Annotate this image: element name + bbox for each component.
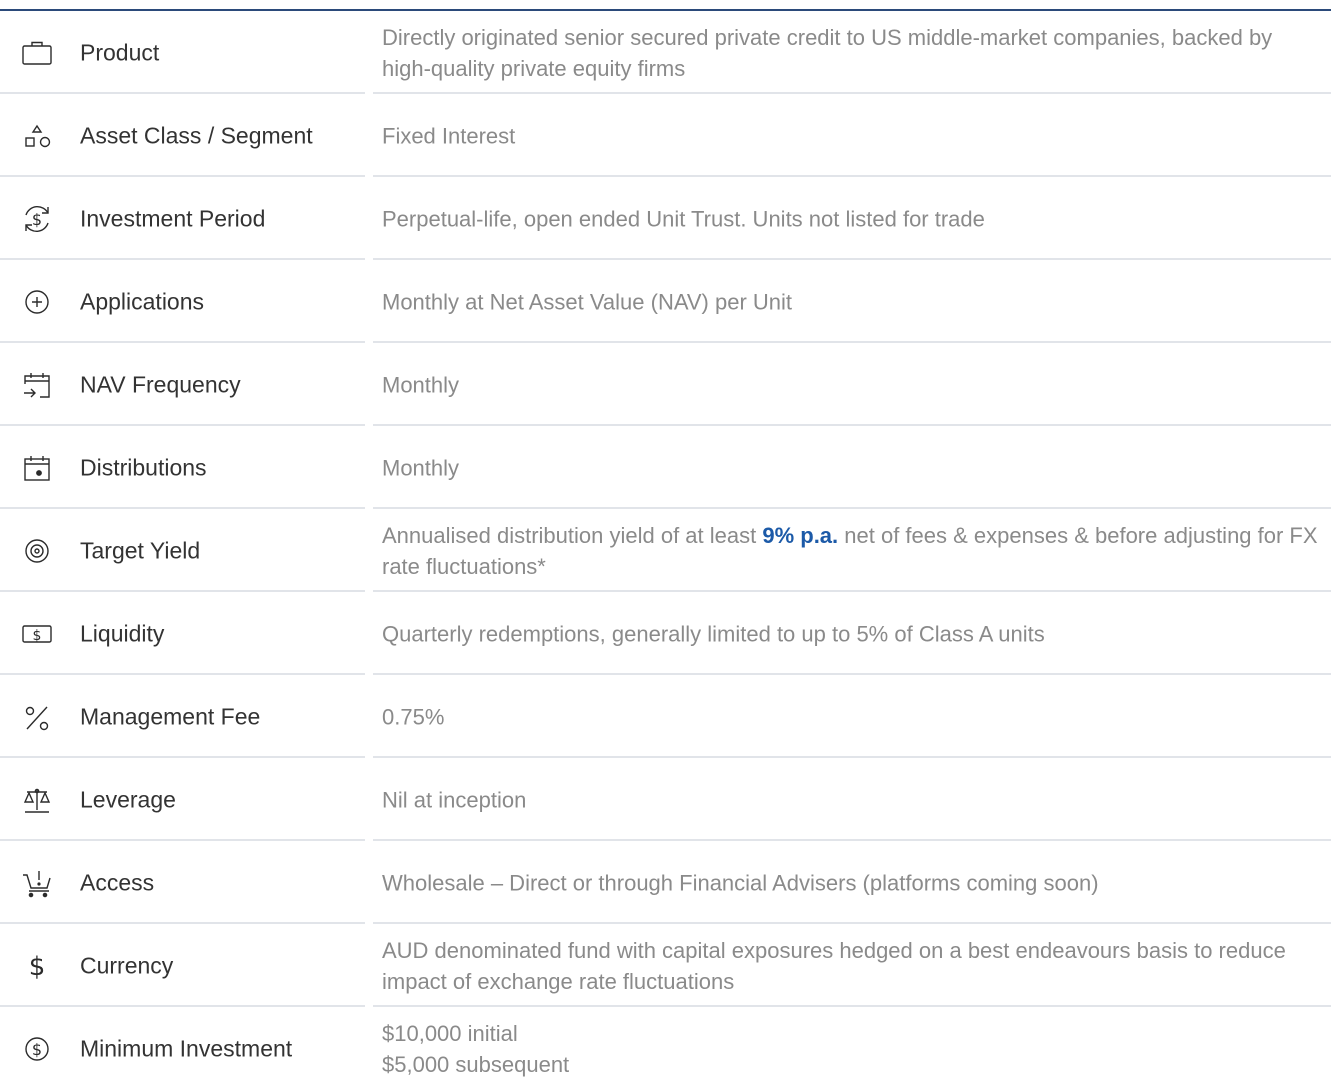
table-row: Product Directly originated senior secur… [0, 11, 1331, 94]
row-value: Monthly at Net Asset Value (NAV) per Uni… [382, 289, 793, 314]
table-row: Distributions Monthly [0, 426, 1331, 509]
table-row: Management Fee 0.75% [0, 675, 1331, 758]
svg-text:$: $ [33, 628, 42, 644]
svg-text:$: $ [32, 210, 42, 229]
svg-text:$: $ [29, 952, 46, 982]
row-label: Applications [80, 288, 205, 314]
row-label: Distributions [80, 454, 207, 480]
row-label: Liquidity [80, 620, 165, 646]
cart-alert-icon [20, 866, 54, 900]
row-value: Wholesale – Direct or through Financial … [382, 870, 1099, 895]
row-value: 0.75% [382, 704, 445, 729]
shapes-icon [20, 119, 54, 153]
row-label: Product [80, 39, 160, 65]
calendar-dot-icon [20, 451, 54, 485]
value-line: $5,000 subsequent [382, 1051, 570, 1077]
svg-text:$: $ [32, 1040, 42, 1059]
table-row: Target Yield Annualised distribution yie… [0, 509, 1331, 592]
row-label: Access [80, 869, 155, 895]
dollar-circle-icon: $ [20, 1032, 54, 1066]
row-label: Investment Period [80, 205, 266, 231]
plus-circle-icon [20, 285, 54, 319]
row-value: Nil at inception [382, 787, 527, 812]
table-row: $ Currency AUD denominated fund with cap… [0, 924, 1331, 1007]
row-value: Fixed Interest [382, 123, 516, 148]
target-yield-highlight: 9% p.a. [762, 522, 839, 548]
scales-icon [20, 783, 54, 817]
row-label: Asset Class / Segment [80, 122, 313, 148]
row-label: Target Yield [80, 537, 201, 563]
briefcase-icon [20, 36, 54, 70]
table-row: $ Minimum Investment $10,000 initial $5,… [0, 1007, 1331, 1090]
row-value: Perpetual-life, open ended Unit Trust. U… [382, 206, 985, 231]
table-row: Leverage Nil at inception [0, 758, 1331, 841]
row-label: Management Fee [80, 703, 261, 729]
table-row: Asset Class / Segment Fixed Interest [0, 94, 1331, 177]
row-value: $10,000 initial $5,000 subsequent [382, 1018, 1327, 1080]
table-row: NAV Frequency Monthly [0, 343, 1331, 426]
calendar-arrow-icon [20, 368, 54, 402]
row-value: Monthly [382, 455, 460, 480]
table-row: $ Liquidity Quarterly redemptions, gener… [0, 592, 1331, 675]
row-label: Leverage [80, 786, 176, 812]
value-text: Annualised distribution yield of at leas… [382, 522, 763, 548]
row-value: AUD denominated fund with capital exposu… [382, 937, 1286, 994]
cash-note-icon: $ [20, 617, 54, 651]
table-row: Access Wholesale – Direct or through Fin… [0, 841, 1331, 924]
row-value: Quarterly redemptions, generally limited… [382, 621, 1045, 646]
row-value: Annualised distribution yield of at leas… [382, 520, 1327, 582]
value-line: $10,000 initial [382, 1020, 518, 1046]
table-row: Applications Monthly at Net Asset Value … [0, 260, 1331, 343]
dollar-icon: $ [20, 949, 54, 983]
dollar-cycle-icon: $ [20, 202, 54, 236]
row-label: Currency [80, 952, 174, 978]
percent-icon [20, 700, 54, 734]
target-icon [20, 534, 54, 568]
table-row: $ Investment Period Perpetual-life, open… [0, 177, 1331, 260]
row-value: Directly originated senior secured priva… [382, 24, 1273, 81]
row-label: Minimum Investment [80, 1035, 293, 1061]
fund-details-table: Product Directly originated senior secur… [0, 11, 1331, 1090]
row-label: NAV Frequency [80, 371, 241, 397]
row-value: Monthly [382, 372, 460, 397]
